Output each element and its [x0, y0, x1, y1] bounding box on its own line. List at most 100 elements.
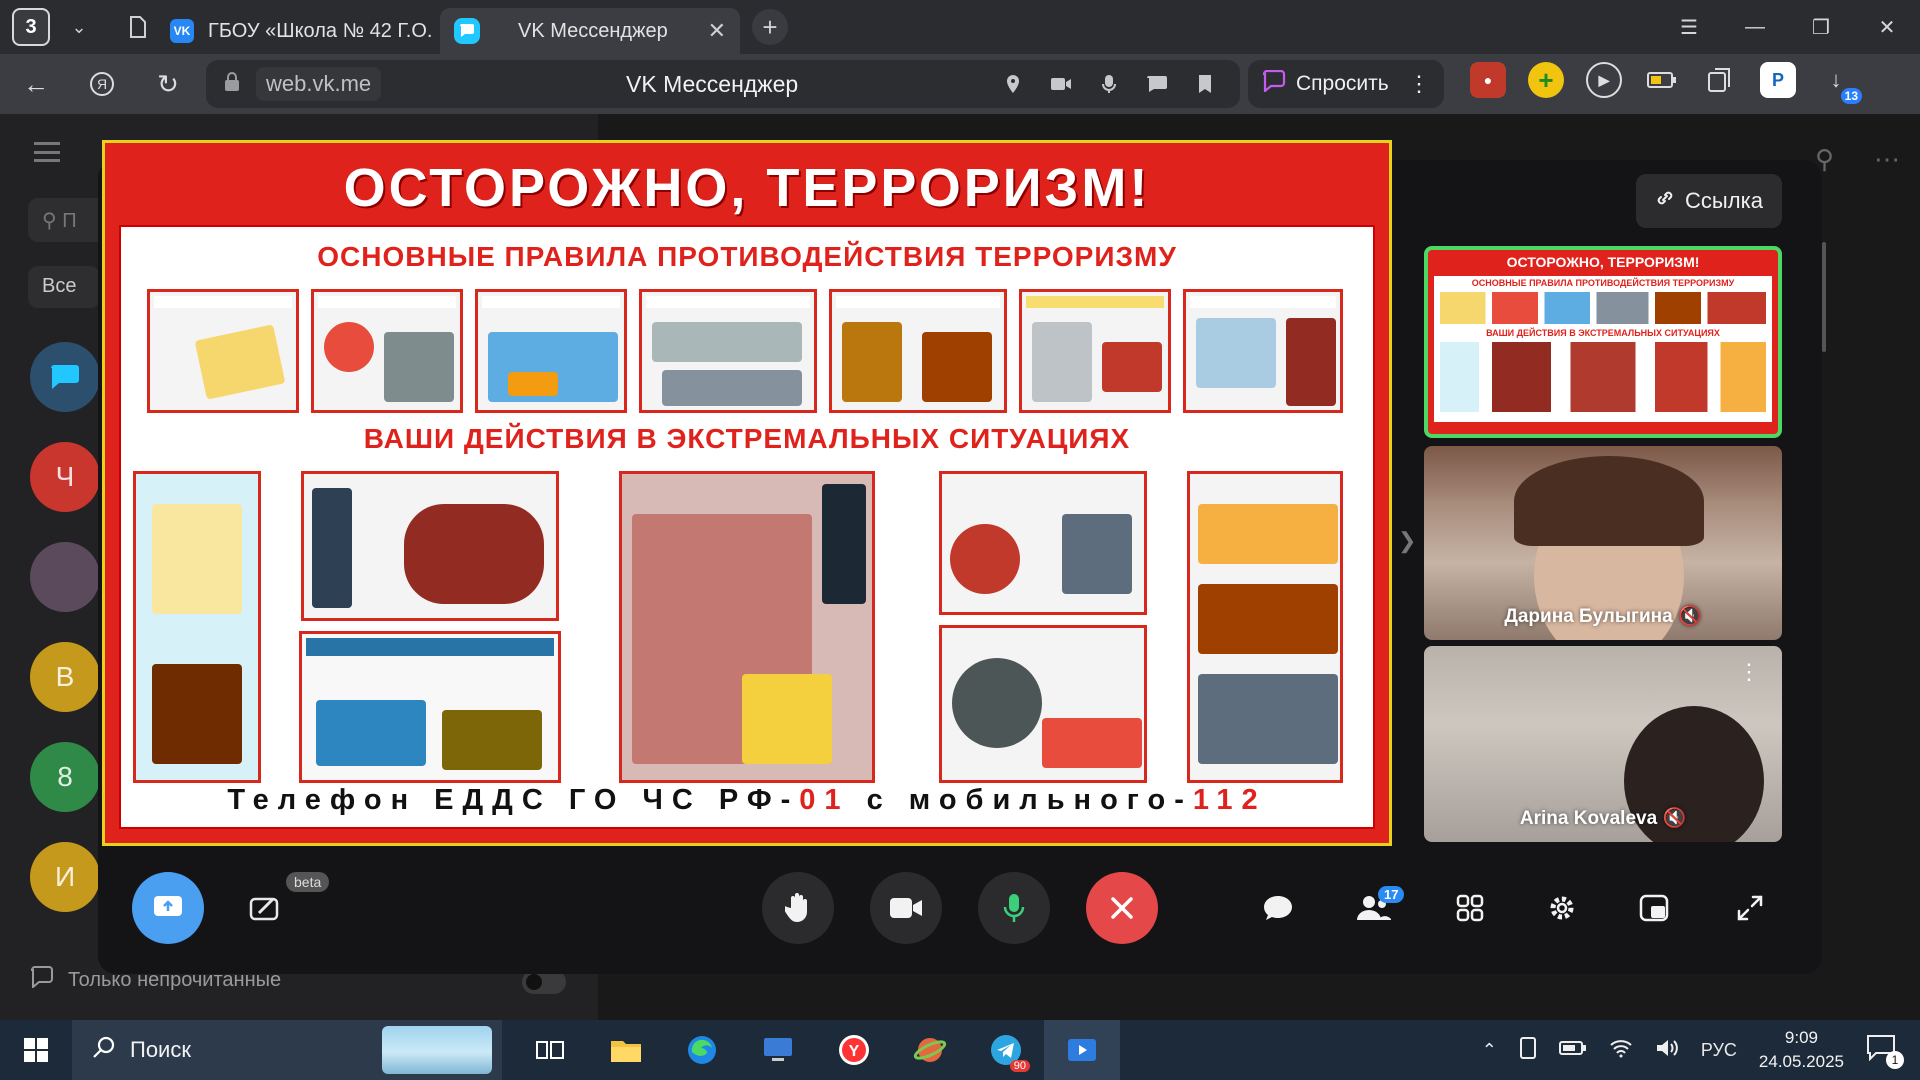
mini-poster-heading-actions: ВАШИ ДЕЙСТВИЯ В ЭКСТРЕМАЛЬНЫХ СИТУАЦИЯХ [1486, 328, 1720, 338]
fullscreen-button[interactable] [1726, 884, 1774, 932]
restore-icon[interactable]: ❐ [1788, 15, 1854, 40]
picture-in-picture-button[interactable] [1630, 884, 1678, 932]
battery-icon[interactable] [1558, 1040, 1587, 1061]
extension-plus-icon[interactable]: + [1528, 62, 1564, 98]
wifi-icon[interactable] [1609, 1038, 1633, 1063]
file-explorer-icon[interactable] [588, 1020, 664, 1080]
taskbar-search-box[interactable]: Поиск [72, 1020, 502, 1080]
chat-avatar[interactable]: Ч [30, 442, 100, 512]
collections-icon[interactable] [1702, 62, 1738, 98]
share-screen-button[interactable] [132, 872, 204, 944]
ask-assistant-button[interactable]: Спросить ⋮ [1248, 60, 1444, 108]
tab-counter[interactable]: 3 [12, 8, 50, 46]
search-icon [92, 1035, 116, 1065]
taskbar-search-label: Поиск [130, 1037, 191, 1062]
chat-header-icons: ⚲ ⋯ [1815, 144, 1900, 175]
poster-panel [939, 471, 1147, 615]
participant-tile[interactable]: Дарина Булыгина 🔇 [1424, 446, 1782, 640]
chat-avatar[interactable]: В [30, 642, 100, 712]
browser-menu-icon[interactable]: ☰ [1656, 15, 1722, 40]
more-vertical-icon[interactable]: ⋮ [1408, 71, 1430, 97]
poster-panel [829, 289, 1007, 413]
downloads-icon[interactable]: ↓ 13 [1818, 62, 1862, 104]
ask-label: Спросить [1296, 72, 1389, 95]
participants-scrollbar[interactable] [1822, 242, 1826, 352]
unread-chat-icon [30, 966, 54, 994]
filter-all-chip[interactable]: Все [28, 266, 100, 308]
chevron-up-icon[interactable]: ⌃ [1482, 1040, 1497, 1061]
vk-icon: VK [170, 19, 194, 43]
chat-avatar[interactable] [30, 342, 100, 412]
task-view-icon[interactable] [512, 1020, 588, 1080]
microphone-icon[interactable] [1098, 73, 1120, 95]
raise-hand-button[interactable] [762, 872, 834, 944]
windows-start-icon[interactable] [0, 1020, 72, 1080]
location-pin-icon[interactable] [1002, 73, 1024, 95]
edge-browser-icon[interactable] [664, 1020, 740, 1080]
tab-vk-messenger[interactable]: VK Мессенджер ✕ [440, 8, 740, 54]
clock-time: 9:09 [1784, 1028, 1818, 1047]
new-tab-button[interactable]: + [752, 9, 788, 45]
poster-panel [133, 471, 261, 783]
avatar-letter: Ч [55, 461, 75, 492]
participant-tile-screen-share[interactable]: ОСТОРОЖНО, ТЕРРОРИЗМ! ОСНОВНЫЕ ПРАВИЛА П… [1424, 246, 1782, 438]
participant-tile[interactable]: ⋮ Arina Kovaleva 🔇 [1424, 646, 1782, 842]
language-indicator[interactable]: РУС [1701, 1040, 1737, 1061]
alice-assistant-icon [1262, 69, 1286, 98]
telegram-icon[interactable]: 90 [968, 1020, 1044, 1080]
poster-panel [147, 289, 299, 413]
document-icon[interactable] [120, 9, 156, 45]
planet-app-icon[interactable] [892, 1020, 968, 1080]
collapse-participants-chevron-icon[interactable]: ❯ [1398, 528, 1416, 554]
yandex-browser-icon[interactable]: Y [816, 1020, 892, 1080]
settings-button[interactable] [1538, 884, 1586, 932]
address-bar[interactable]: web.vk.me VK Мессенджер [206, 60, 1240, 108]
avatar-letter: 8 [57, 761, 73, 792]
tab-title: VK Мессенджер [518, 19, 668, 42]
computer-app-icon[interactable] [740, 1020, 816, 1080]
back-arrow-icon[interactable]: ← [8, 60, 64, 108]
muted-mic-icon: 🔇 [1677, 606, 1702, 627]
end-call-button[interactable] [1086, 872, 1158, 944]
camera-icon[interactable] [1050, 73, 1072, 95]
chat-avatar[interactable]: И [30, 842, 100, 912]
close-window-icon[interactable]: ✕ [1854, 15, 1920, 40]
chat-avatar[interactable] [30, 542, 100, 612]
minimize-icon[interactable]: — [1722, 16, 1788, 39]
whiteboard-button[interactable] [242, 884, 290, 932]
tab-school[interactable]: VK ГБОУ «Школа № 42 Г.О. Г [156, 8, 436, 54]
extension-play-icon[interactable]: ▶ [1586, 62, 1622, 98]
avatar-letter: И [54, 861, 76, 892]
extension-doc-icon[interactable]: P [1760, 62, 1796, 98]
chat-bubble-icon[interactable] [1146, 73, 1168, 95]
camera-toggle-button[interactable] [870, 872, 942, 944]
downloads-count-badge: 13 [1840, 88, 1862, 104]
close-tab-icon[interactable]: ✕ [708, 18, 726, 44]
menu-icon[interactable] [34, 142, 60, 162]
more-vertical-icon[interactable]: ⋮ [1738, 661, 1760, 683]
chat-button[interactable] [1254, 884, 1302, 932]
copy-link-button[interactable]: Ссылка [1636, 174, 1782, 228]
beta-badge: beta [286, 872, 330, 892]
media-player-icon[interactable] [1044, 1020, 1120, 1080]
reload-icon[interactable]: ↻ [140, 60, 196, 108]
volume-icon[interactable] [1655, 1038, 1679, 1063]
chat-avatar[interactable]: 8 [30, 742, 100, 812]
tablet-mode-icon[interactable] [1519, 1036, 1537, 1064]
grid-layout-button[interactable] [1446, 884, 1494, 932]
yandex-icon[interactable]: Я [74, 60, 130, 108]
poster-title: ОСТОРОЖНО, ТЕРРОРИЗМ! [343, 158, 1151, 218]
more-horizontal-icon[interactable]: ⋯ [1874, 144, 1900, 175]
clock[interactable]: 9:09 24.05.2025 [1759, 1026, 1844, 1074]
tabs-menu-chevron-icon[interactable]: ⌄ [60, 8, 98, 46]
poster-panel [475, 289, 627, 413]
extension-fox-icon[interactable]: ● [1470, 62, 1506, 98]
bookmark-icon[interactable] [1194, 73, 1216, 95]
battery-icon[interactable] [1644, 62, 1680, 98]
svg-text:Я: Я [97, 76, 107, 92]
browser-toolbar: ← Я ↻ web.vk.me VK Мессенджер Спросить ⋮… [0, 54, 1920, 114]
poster-heading-actions: ВАШИ ДЕЙСТВИЯ В ЭКСТРЕМАЛЬНЫХ СИТУАЦИЯХ [363, 423, 1131, 454]
notifications-icon[interactable]: 1 [1866, 1033, 1904, 1069]
poster-panel [311, 289, 463, 413]
microphone-toggle-button[interactable] [978, 872, 1050, 944]
